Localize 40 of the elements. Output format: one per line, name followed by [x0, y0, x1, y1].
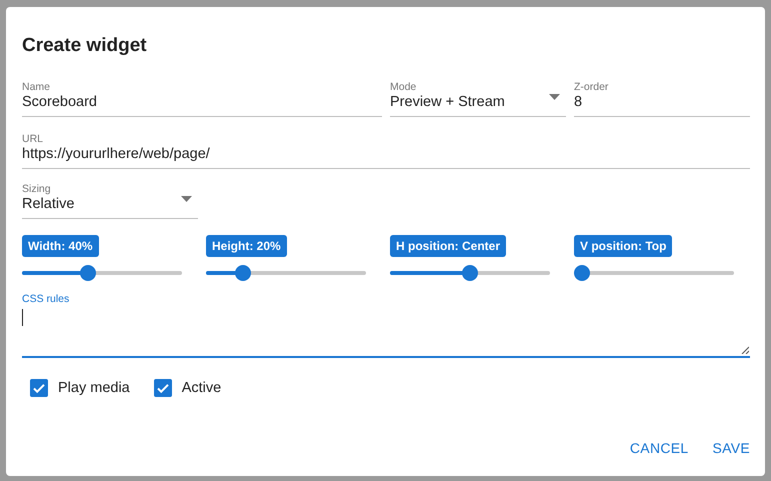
field-label: CSS rules	[22, 293, 70, 305]
checkbox-label[interactable]: Active	[182, 380, 222, 396]
dialog-title: Create widget	[22, 34, 147, 57]
checkbox[interactable]	[154, 379, 172, 397]
dropdown-caret-icon	[181, 196, 192, 202]
slider-thumb[interactable]	[574, 265, 590, 281]
input-field[interactable]: URL https://yoururlhere/web/page/	[22, 133, 750, 169]
field-label: Z-order	[574, 81, 610, 93]
field-label: Name	[22, 81, 52, 93]
css-rules-textarea[interactable]: CSS rules	[22, 293, 750, 358]
text-cursor	[22, 309, 23, 326]
slider-value-label: V position: Top	[574, 235, 672, 257]
field-value: 8	[574, 93, 584, 111]
field-value: Preview + Stream	[390, 93, 506, 111]
select-field[interactable]: Mode Preview + Stream	[390, 81, 566, 117]
slider-thumb[interactable]	[234, 265, 251, 281]
field-label: URL	[22, 133, 44, 145]
slider-value-label: Width: 40%	[22, 235, 99, 257]
slider[interactable]	[22, 265, 182, 281]
input-field[interactable]: Z-order 8	[574, 81, 750, 117]
resize-handle-icon[interactable]	[741, 346, 749, 354]
slider-thumb[interactable]	[462, 265, 478, 281]
dropdown-caret-icon	[549, 94, 560, 100]
field-label: Sizing	[22, 183, 52, 195]
save-button[interactable]: SAVE	[704, 432, 758, 464]
slider[interactable]	[390, 265, 550, 281]
field-value: Relative	[22, 195, 76, 213]
checkbox[interactable]	[30, 379, 48, 397]
slider-thumb[interactable]	[80, 265, 96, 281]
slider[interactable]	[574, 265, 734, 281]
field-label: Mode	[390, 81, 418, 93]
checkbox-label[interactable]: Play media	[58, 380, 130, 396]
slider-value-label: H position: Center	[390, 235, 506, 257]
field-value: https://yoururlhere/web/page/	[22, 145, 211, 163]
field-value: Scoreboard	[22, 93, 98, 111]
cancel-button[interactable]: CANCEL	[622, 432, 696, 464]
input-field[interactable]: Name Scoreboard	[22, 81, 382, 117]
select-field[interactable]: Sizing Relative	[22, 183, 198, 219]
slider[interactable]	[206, 265, 366, 281]
slider-value-label: Height: 20%	[206, 235, 287, 257]
